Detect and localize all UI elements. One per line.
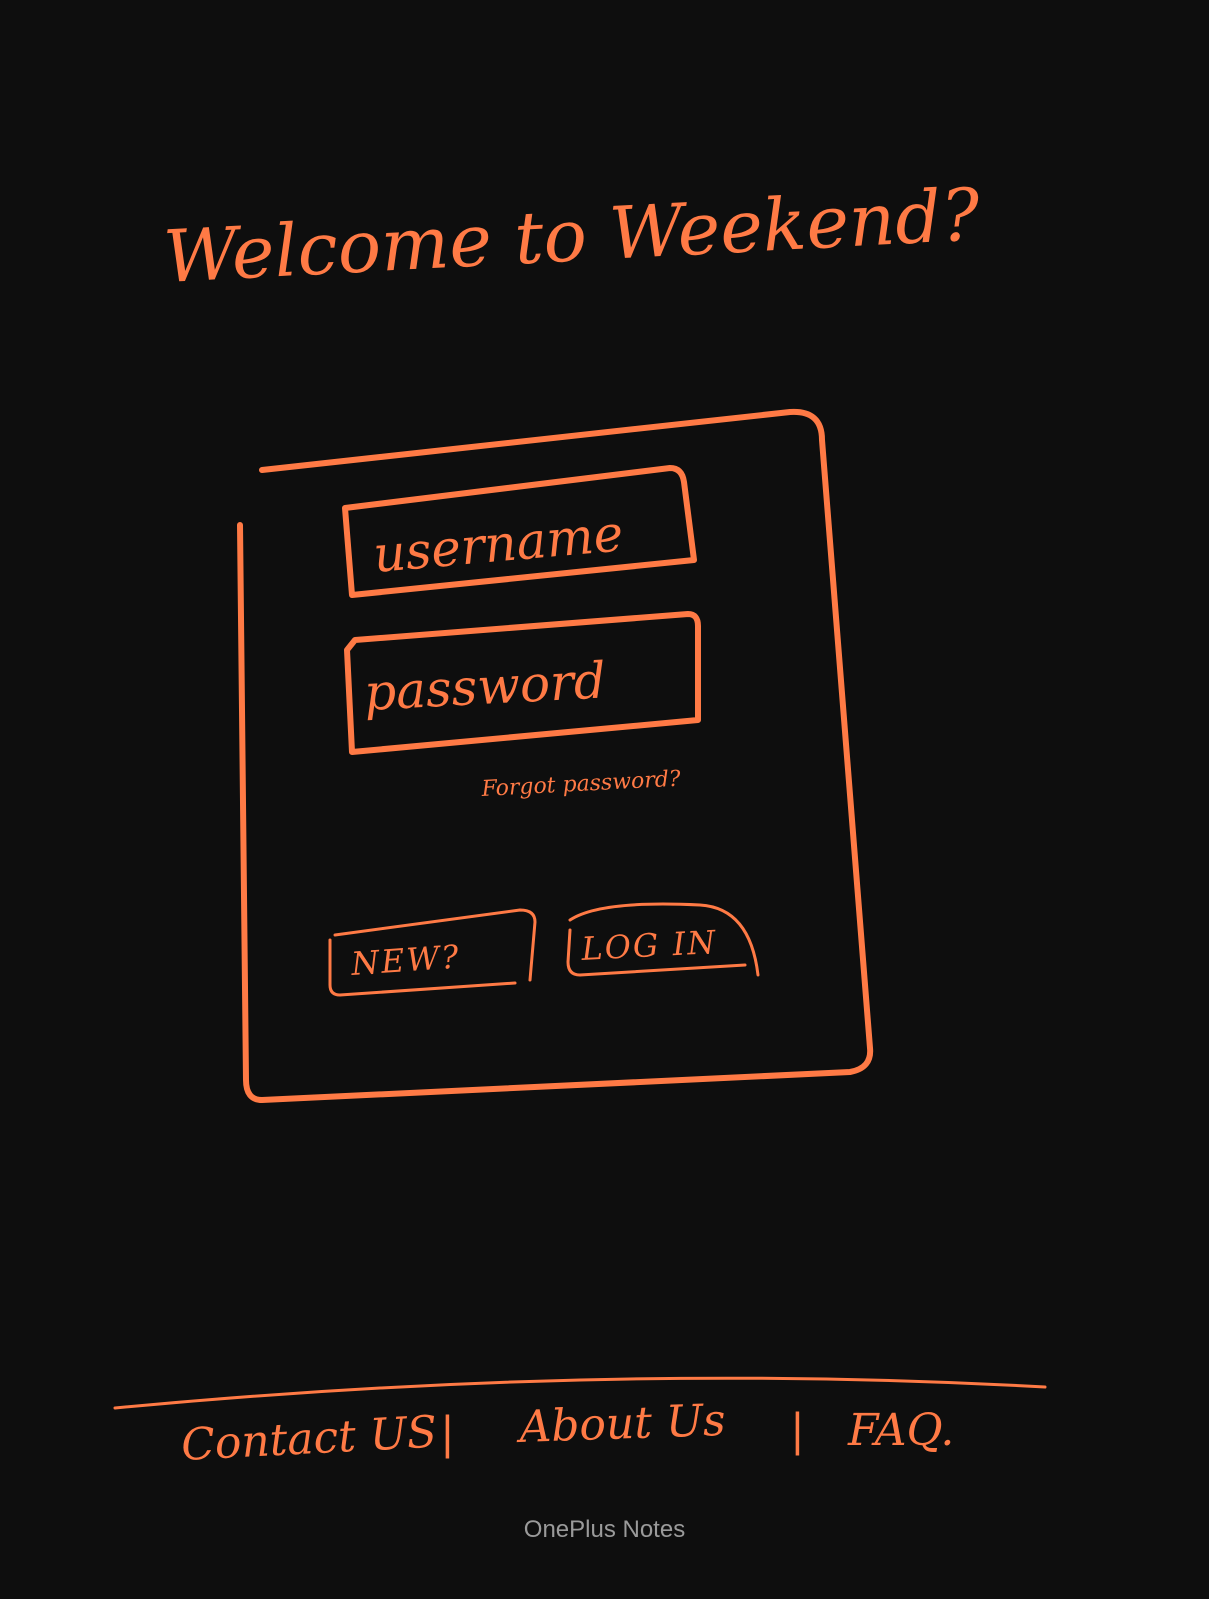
new-account-button-label: NEW? bbox=[349, 937, 462, 983]
about-us-link[interactable]: About Us bbox=[515, 1395, 727, 1453]
new-account-button[interactable]: NEW? bbox=[328, 908, 537, 997]
password-field-text: password bbox=[363, 651, 608, 722]
forgot-password-link[interactable]: Forgot password? bbox=[480, 767, 681, 802]
username-field[interactable]: username bbox=[342, 465, 697, 598]
footer-separator: | bbox=[440, 1408, 455, 1459]
login-button[interactable]: LOG IN bbox=[566, 902, 760, 977]
password-field[interactable]: password bbox=[344, 611, 701, 755]
sketch-canvas: Welcome to Weekend? username password Fo… bbox=[113, 172, 1047, 1471]
contact-us-link[interactable]: Contact US bbox=[180, 1407, 438, 1471]
app-watermark: OnePlus Notes bbox=[523, 1516, 686, 1543]
login-button-label: LOG IN bbox=[579, 923, 718, 968]
footer-separator: | bbox=[790, 1405, 805, 1456]
faq-link[interactable]: FAQ. bbox=[847, 1405, 954, 1456]
page-title: Welcome to Weekend? bbox=[161, 172, 982, 299]
